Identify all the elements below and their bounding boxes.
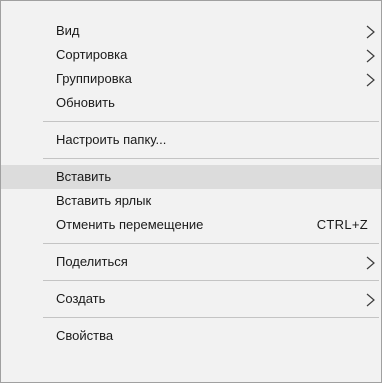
- menu-separator: [43, 243, 379, 244]
- menu-item-share[interactable]: Поделиться: [1, 250, 381, 274]
- menu-item-paste[interactable]: Вставить: [1, 165, 381, 189]
- menu-item-label: Отменить перемещение: [56, 217, 204, 232]
- menu-item-label: Поделиться: [56, 254, 128, 269]
- chevron-right-icon: [364, 25, 376, 39]
- menu-item-undo-move[interactable]: Отменить перемещение CTRL+Z: [1, 213, 381, 237]
- context-menu: Вид Сортировка Группировка Обновить Наст…: [0, 0, 382, 383]
- menu-item-label: Сортировка: [56, 47, 128, 62]
- menu-item-view[interactable]: Вид: [1, 19, 381, 43]
- menu-item-sort[interactable]: Сортировка: [1, 43, 381, 67]
- menu-item-refresh[interactable]: Обновить: [1, 91, 381, 115]
- menu-item-paste-shortcut[interactable]: Вставить ярлык: [1, 189, 381, 213]
- menu-item-label: Группировка: [56, 71, 132, 86]
- chevron-right-icon: [364, 73, 376, 87]
- menu-separator: [43, 158, 379, 159]
- menu-item-new[interactable]: Создать: [1, 287, 381, 311]
- shortcut-hint: CTRL+Z: [316, 217, 368, 232]
- menu-separator: [43, 121, 379, 122]
- menu-item-label: Вставить ярлык: [56, 193, 152, 208]
- menu-item-label: Настроить папку...: [56, 132, 167, 147]
- menu-item-label: Свойства: [56, 328, 114, 343]
- chevron-right-icon: [364, 256, 376, 270]
- chevron-right-icon: [364, 49, 376, 63]
- chevron-right-icon: [364, 293, 376, 307]
- menu-item-customize-folder[interactable]: Настроить папку...: [1, 128, 381, 152]
- menu-separator: [43, 280, 379, 281]
- menu-item-properties[interactable]: Свойства: [1, 324, 381, 348]
- menu-item-label: Вид: [56, 23, 80, 38]
- menu-item-label: Вставить: [56, 169, 112, 184]
- menu-separator: [43, 317, 379, 318]
- menu-item-label: Создать: [56, 291, 106, 306]
- menu-item-label: Обновить: [56, 95, 115, 110]
- menu-item-group[interactable]: Группировка: [1, 67, 381, 91]
